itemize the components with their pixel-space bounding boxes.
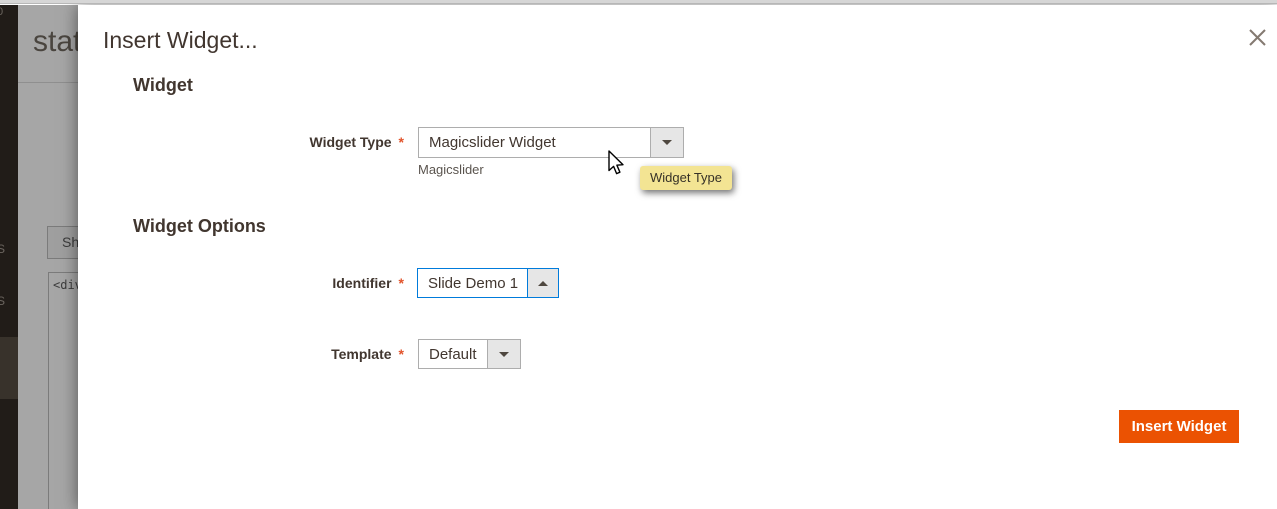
- widget-type-select[interactable]: Magicslider Widget: [418, 127, 684, 158]
- close-icon: [1248, 35, 1267, 50]
- html-source-textarea[interactable]: <div: [48, 272, 78, 509]
- template-select-value: Default: [419, 340, 477, 368]
- identifier-select-value: Slide Demo 1: [418, 269, 518, 297]
- widget-type-note: Magicslider: [418, 162, 484, 177]
- background-page-title: stat: [33, 25, 78, 59]
- dimmed-page-background: stat Sh <div: [18, 5, 78, 509]
- sidebar-icon-fragment: S: [0, 294, 5, 308]
- mouse-cursor: [606, 150, 627, 182]
- close-button[interactable]: [1241, 23, 1273, 55]
- identifier-select-button[interactable]: [527, 269, 558, 297]
- required-indicator: *: [399, 275, 404, 291]
- modal-title: Insert Widget...: [103, 27, 258, 54]
- sidebar-active-item[interactable]: [0, 337, 18, 399]
- identifier-select[interactable]: Slide Demo 1: [417, 268, 559, 298]
- insert-widget-modal: Insert Widget... Widget Widget Type * Mag…: [78, 5, 1277, 509]
- chevron-up-icon: [538, 281, 548, 286]
- widget-options-section-heading: Widget Options: [133, 216, 266, 237]
- widget-section-heading: Widget: [133, 75, 193, 96]
- identifier-label: Identifier *: [178, 268, 404, 298]
- widget-type-label: Widget Type *: [178, 127, 404, 158]
- background-divider: [18, 82, 78, 83]
- chevron-down-icon: [662, 140, 672, 145]
- insert-widget-button[interactable]: Insert Widget: [1119, 410, 1239, 443]
- template-label-text: Template: [331, 346, 391, 362]
- template-label: Template *: [178, 339, 404, 369]
- widget-type-label-text: Widget Type: [309, 134, 391, 150]
- template-select-button[interactable]: [487, 340, 520, 368]
- sidebar-icon-fragment: 0: [0, 6, 3, 18]
- identifier-label-text: Identifier: [332, 275, 391, 291]
- widget-type-select-button[interactable]: [650, 128, 683, 157]
- show-hide-editor-button[interactable]: Sh: [47, 226, 78, 259]
- template-select[interactable]: Default: [418, 339, 521, 369]
- required-indicator: *: [399, 346, 404, 362]
- sidebar-icon-fragment: S: [0, 242, 5, 256]
- required-indicator: *: [399, 134, 404, 150]
- widget-type-tooltip: Widget Type: [640, 166, 732, 190]
- top-chrome-strip: [0, 0, 1277, 4]
- chevron-down-icon: [499, 352, 509, 357]
- admin-sidebar: 0 S S: [0, 5, 18, 509]
